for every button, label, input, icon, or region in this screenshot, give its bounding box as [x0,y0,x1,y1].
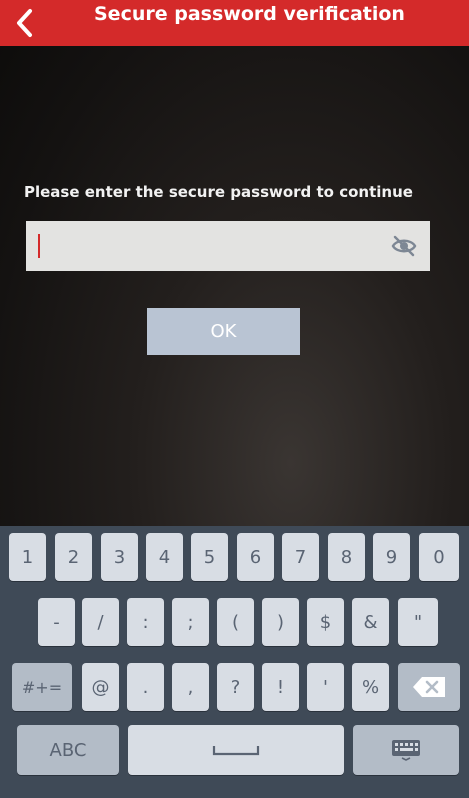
key-label: ! [276,676,285,698]
key-dollar[interactable]: $ [307,598,344,646]
key-label: 2 [67,546,80,568]
key-label: 3 [113,546,126,568]
text-cursor [38,234,40,258]
key-label: & [363,611,378,633]
key-label: . [142,676,149,698]
key-7[interactable]: 7 [282,533,319,581]
backspace-key[interactable] [398,663,460,711]
key-label: ? [230,676,241,698]
key-left-paren[interactable]: ( [217,598,254,646]
key-0[interactable]: 0 [419,533,459,581]
key-slash[interactable]: / [82,598,119,646]
key-label: % [361,676,380,698]
key-at[interactable]: @ [82,663,119,711]
abc-key[interactable]: ABC [17,725,119,775]
prompt-text: Please enter the secure password to cont… [24,183,413,201]
key-2[interactable]: 2 [55,533,92,581]
eye-off-icon[interactable] [390,232,418,260]
key-question[interactable]: ? [217,663,254,711]
key-label: 1 [21,546,34,568]
key-label: ' [323,676,328,698]
key-label: 0 [433,546,445,568]
key-label: " [413,611,423,633]
key-hyphen[interactable]: - [38,598,75,646]
ok-button[interactable]: OK [147,308,300,355]
key-symbols-toggle[interactable]: #+= [12,663,72,711]
key-label: 5 [203,546,216,568]
hide-keyboard-key[interactable] [353,725,459,775]
key-double-quote[interactable]: " [398,598,438,646]
chevron-left-icon [17,9,32,37]
key-apostrophe[interactable]: ' [307,663,344,711]
key-label: - [53,611,60,633]
header-bar: Secure password verification [0,0,469,46]
key-percent[interactable]: % [352,663,389,711]
key-colon[interactable]: : [127,598,164,646]
key-label: ABC [49,739,87,761]
key-8[interactable]: 8 [328,533,365,581]
key-comma[interactable]: , [172,663,209,711]
key-1[interactable]: 1 [9,533,46,581]
ok-button-label: OK [210,321,237,342]
key-label: @ [91,676,110,698]
key-exclamation[interactable]: ! [262,663,299,711]
key-9[interactable]: 9 [373,533,410,581]
key-semicolon[interactable]: ; [172,598,209,646]
password-input[interactable] [26,221,430,271]
key-label: #+= [21,677,63,697]
space-key[interactable] [128,725,344,775]
key-label: $ [319,611,332,633]
key-label: , [187,676,194,698]
key-3[interactable]: 3 [101,533,138,581]
key-label: 7 [294,546,307,568]
key-label: ( [231,611,240,633]
key-label: ; [187,611,194,633]
key-label: : [142,611,149,633]
space-bar-icon [212,746,260,756]
key-label: ) [276,611,285,633]
on-screen-keyboard: 1 2 3 4 5 6 7 8 9 0 - / : ; ( ) $ & " #+… [0,526,469,798]
back-button[interactable] [10,6,40,40]
key-right-paren[interactable]: ) [262,598,299,646]
key-4[interactable]: 4 [146,533,183,581]
key-5[interactable]: 5 [191,533,228,581]
key-6[interactable]: 6 [237,533,274,581]
key-label: / [97,611,104,633]
key-ampersand[interactable]: & [352,598,389,646]
key-label: 4 [158,546,171,568]
key-label: 8 [340,546,353,568]
keyboard-icon [392,740,420,761]
key-label: 9 [385,546,398,568]
backspace-icon [413,677,445,697]
key-period[interactable]: . [127,663,164,711]
page-title: Secure password verification [94,3,405,25]
key-label: 6 [249,546,262,568]
